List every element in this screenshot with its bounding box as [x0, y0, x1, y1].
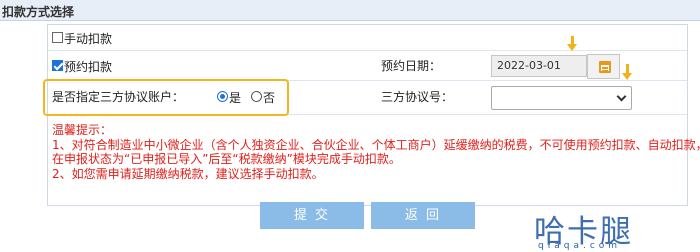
- agreement-number-label: 三方协议号：: [381, 90, 454, 104]
- agreement-number-select[interactable]: [491, 86, 632, 110]
- tips-line-3: 2、如您需申请延期缴纳税款，建议选择手动扣款。: [52, 166, 324, 181]
- section-header: 扣款方式选择: [0, 0, 700, 21]
- watermark-logo: 哈卡腿 qiaqa.com: [534, 208, 700, 252]
- section-title: 扣款方式选择: [2, 5, 75, 19]
- tips-row: 温馨提示： 1、对符合制造业中小微企业（含个人独资企业、合伙企业、个体工商户）延…: [48, 115, 700, 207]
- tips-line-1: 1、对符合制造业中小微企业（含个人独资企业、合伙企业、个体工商户）延缓缴纳的税费…: [52, 137, 700, 152]
- chevron-down-icon: [616, 91, 627, 102]
- tips-title: 温馨提示：: [52, 123, 113, 137]
- manual-deduction-row: 手动扣款: [48, 25, 687, 51]
- manual-deduction-label[interactable]: 手动扣款: [64, 30, 112, 47]
- calendar-button[interactable]: [587, 54, 620, 79]
- tips-line-2: 在申报状态为“已申报已导入”后至“税款缴纳”模块完成手动扣款。: [52, 152, 401, 166]
- manual-deduction-checkbox[interactable]: [52, 32, 63, 43]
- calendar-icon: [599, 61, 611, 73]
- annotation-highlight-box: [43, 79, 289, 116]
- back-button[interactable]: 返 回: [371, 202, 475, 229]
- scheduled-date-label: 预约日期：: [381, 59, 442, 73]
- scheduled-deduction-label[interactable]: 预约扣款: [64, 58, 112, 75]
- tips-block: 温馨提示： 1、对符合制造业中小微企业（含个人独资企业、合伙企业、个体工商户）延…: [52, 123, 700, 181]
- scheduled-date-input[interactable]: 2022-03-01: [491, 55, 587, 77]
- watermark-sub: qiaqa.com: [538, 241, 622, 251]
- submit-button[interactable]: 提 交: [260, 202, 364, 229]
- scheduled-deduction-row: 预约扣款 预约日期： 2022-03-01: [48, 51, 687, 81]
- scheduled-deduction-checkbox[interactable]: [52, 60, 63, 71]
